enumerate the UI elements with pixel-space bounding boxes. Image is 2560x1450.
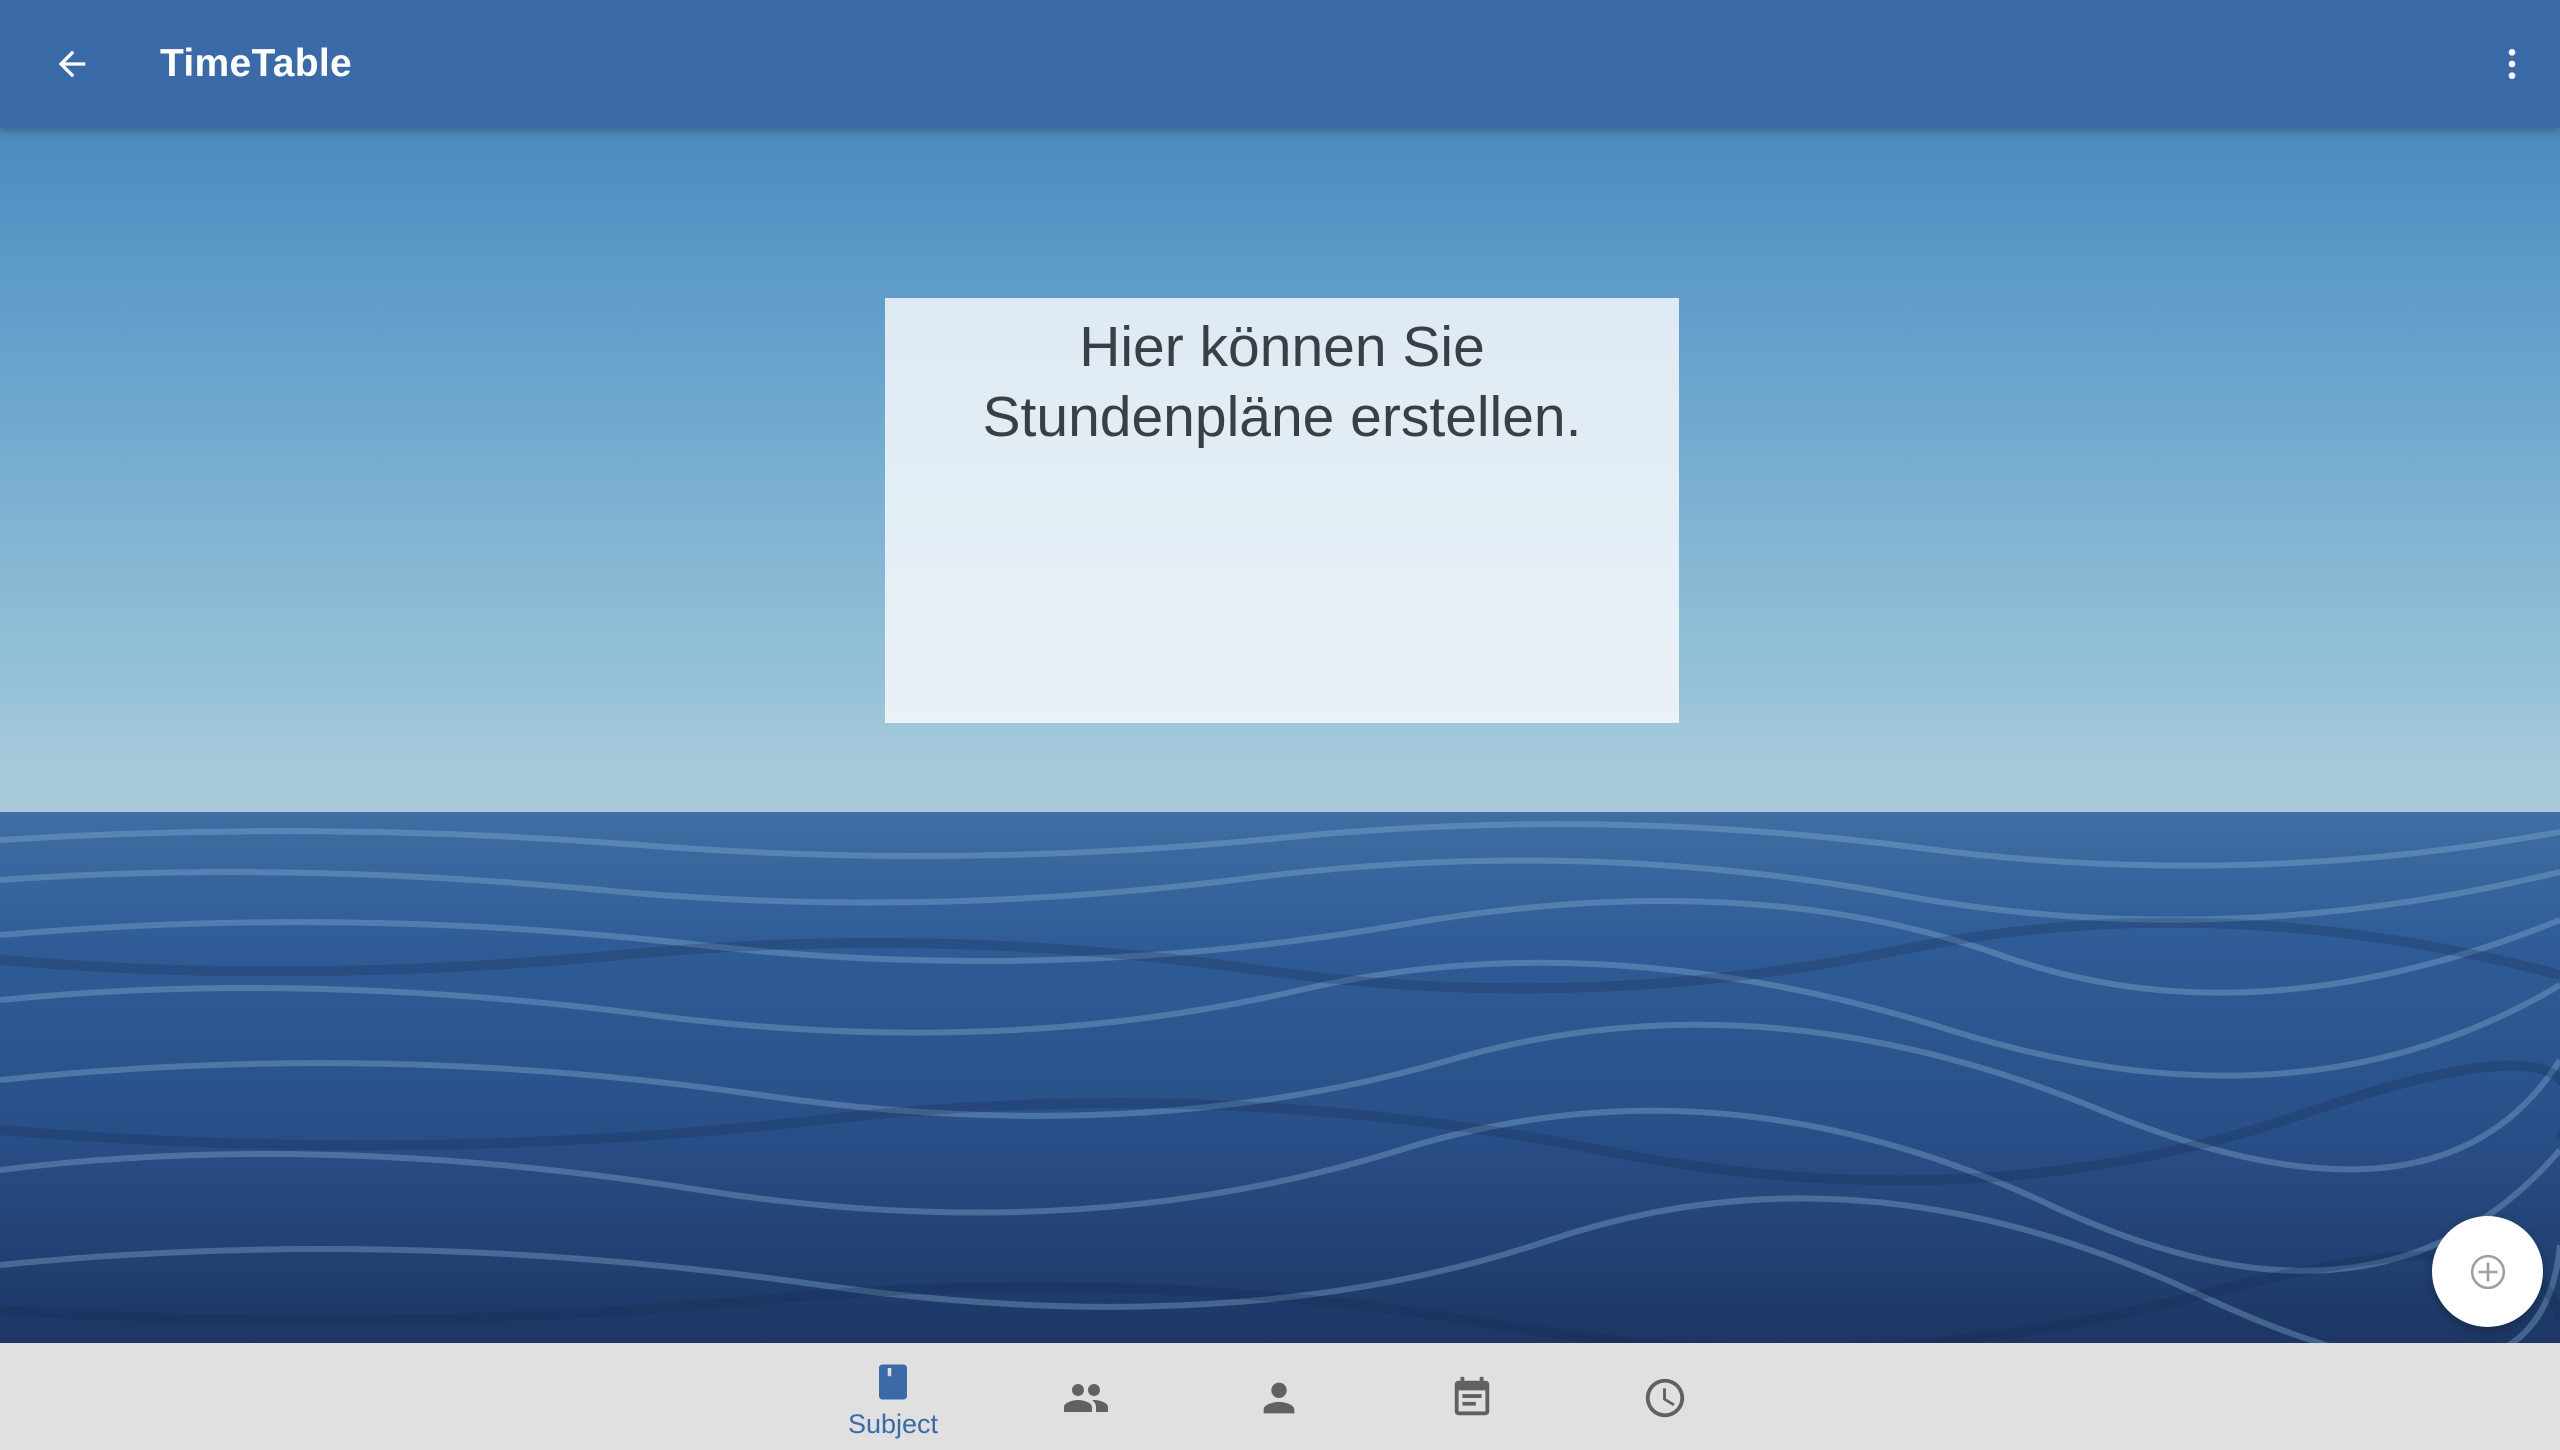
nav-item-person[interactable] [1204,1343,1354,1450]
overflow-menu-button[interactable] [2480,32,2544,96]
nav-item-time[interactable] [1590,1343,1740,1450]
nav-item-calendar[interactable] [1397,1343,1547,1450]
timetable-screen: TimeTable Hier können Sie Stundenpläne e… [0,0,2560,1450]
app-title: TimeTable [160,42,352,85]
info-card: Hier können Sie Stundenpläne erstellen. [885,298,1679,723]
calendar-note-icon [1454,1376,1490,1416]
app-bar: TimeTable [0,0,2560,128]
add-timetable-button[interactable] [2432,1216,2543,1327]
group-icon [1064,1384,1108,1412]
info-message: Hier können Sie Stundenpläne erstellen. [982,315,1582,449]
person-icon [1263,1382,1295,1414]
back-button[interactable] [40,32,104,96]
book-icon [879,1364,907,1400]
clock-icon [1645,1378,1685,1418]
bottom-navigation: Subject [0,1343,2560,1450]
nav-item-subject[interactable]: Subject [818,1343,968,1450]
nav-label-subject: Subject [847,1409,939,1439]
more-vert-icon [2508,49,2516,79]
nav-item-groups[interactable] [1011,1343,1161,1450]
arrow-back-icon [58,50,86,78]
add-circle-icon [2470,1254,2505,1289]
